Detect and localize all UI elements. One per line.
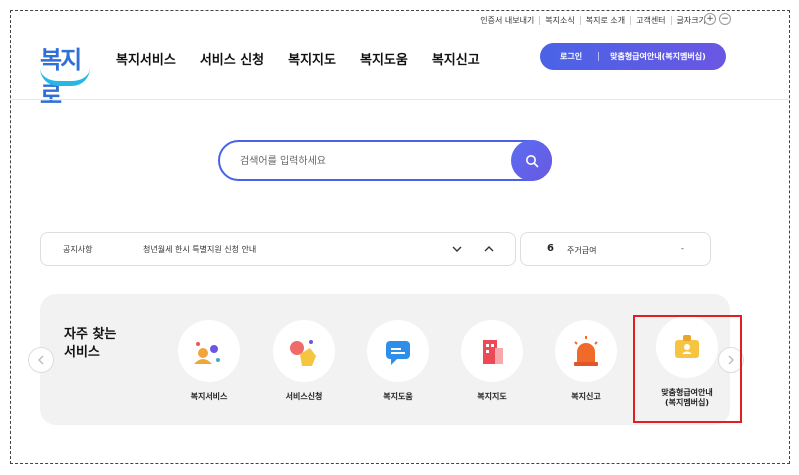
font-size-increase-button[interactable]: + (704, 13, 716, 25)
login-button[interactable]: 로그인 (540, 51, 598, 62)
title-line-1: 자주 찾는 (64, 327, 117, 342)
service-apply-icon (273, 320, 335, 382)
chevron-up-icon[interactable] (483, 243, 495, 255)
service-map[interactable]: 복지지도 (452, 320, 532, 402)
nav-service-apply[interactable]: 서비스 신청 (200, 49, 264, 68)
keyword-change: - (681, 244, 684, 253)
service-label: 복지지도 (477, 392, 507, 401)
font-size-controls: + − (704, 13, 731, 25)
nav-welfare-report[interactable]: 복지신고 (432, 49, 480, 68)
service-label: 복지신고 (571, 392, 601, 401)
utility-customer-center-link[interactable]: 고객센터 (630, 16, 670, 25)
notice-label: 공지사항 (63, 244, 93, 254)
nav-welfare-map[interactable]: 복지지도 (288, 49, 336, 68)
chevron-left-icon (38, 355, 44, 365)
nav-welfare-service[interactable]: 복지서비스 (116, 49, 176, 68)
welfare-service-icon (178, 320, 240, 382)
utility-about-link[interactable]: 복지로 소개 (579, 16, 630, 25)
font-size-decrease-button[interactable]: − (719, 13, 731, 25)
notice-text-link[interactable]: 청년월세 한시 특별지원 신청 안내 (143, 244, 256, 255)
title-line-2: 서비스 (64, 345, 100, 360)
welfare-report-icon (555, 320, 617, 382)
main-navigation: 복지서비스 서비스 신청 복지지도 복지도움 복지신고 (116, 49, 504, 68)
service-label: 서비스신청 (285, 392, 323, 401)
notice-bar: 공지사항 청년월세 한시 특별지원 신청 안내 (40, 232, 516, 266)
popular-keyword-box[interactable]: 6 주거급여 - (520, 232, 711, 266)
service-apply[interactable]: 서비스신청 (264, 320, 344, 402)
service-welfare[interactable]: 복지서비스 (169, 320, 249, 402)
utility-cert-export-link[interactable]: 인증서 내보내기 (475, 16, 539, 25)
utility-news-link[interactable]: 복지소식 (539, 16, 579, 25)
utility-nav: 인증서 내보내기 복지소식 복지로 소개 고객센터 글자크기 (475, 16, 711, 25)
chevron-down-icon[interactable] (451, 243, 463, 255)
bokjiro-logo[interactable]: 복지로 (38, 38, 92, 109)
search-input[interactable] (240, 152, 510, 170)
search-icon (525, 154, 538, 167)
service-label: 복지도움 (383, 392, 413, 401)
search-button[interactable] (511, 140, 552, 181)
keyword-term: 주거급여 (567, 246, 597, 255)
keyword-rank: 6 (547, 243, 554, 254)
search-box (218, 140, 552, 181)
header-action-bar: 로그인 맞춤형급여안내(복지멤버십) (540, 43, 726, 70)
carousel-prev-button[interactable] (28, 347, 54, 373)
header-divider (11, 99, 789, 100)
service-report[interactable]: 복지신고 (546, 320, 626, 402)
benefit-guide-button[interactable]: 맞춤형급여안내(복지멤버십) (599, 51, 706, 62)
service-label: 복지서비스 (190, 392, 228, 401)
service-help[interactable]: 복지도움 (358, 320, 438, 402)
welfare-help-icon (367, 320, 429, 382)
highlight-box (633, 315, 742, 423)
nav-welfare-help[interactable]: 복지도움 (360, 49, 408, 68)
welfare-map-icon (461, 320, 523, 382)
frequent-services-title: 자주 찾는 서비스 (64, 326, 116, 362)
